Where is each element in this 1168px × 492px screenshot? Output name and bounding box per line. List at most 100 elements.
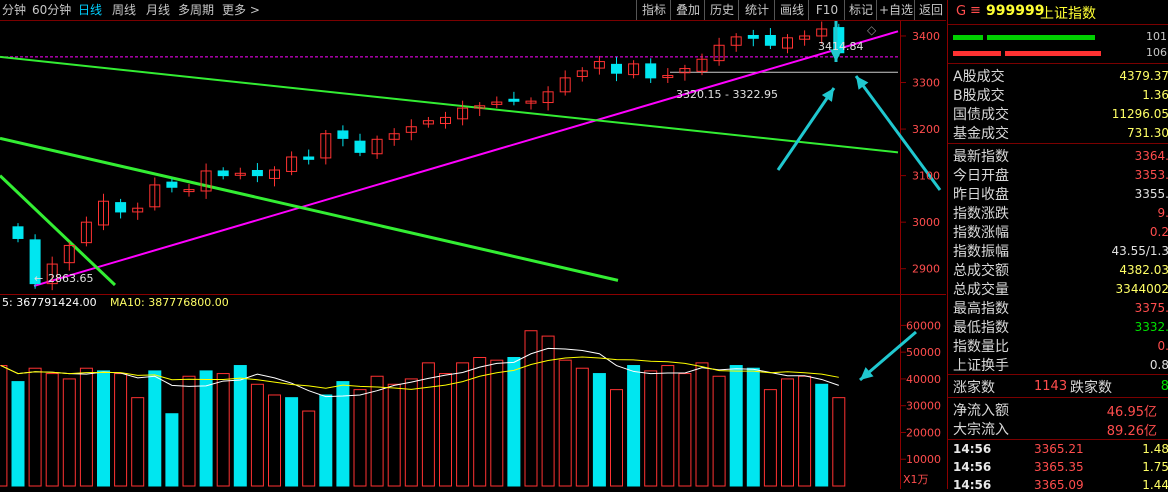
volume-bar xyxy=(148,370,162,487)
volume-bar xyxy=(336,381,350,487)
period-weekly[interactable]: 周线 xyxy=(112,2,136,18)
tool-f10[interactable]: F10 xyxy=(808,0,845,20)
sell-ratio-bar xyxy=(953,51,1001,56)
volume-bar xyxy=(199,370,213,487)
row-label: 基金成交 xyxy=(953,126,1009,142)
stat-label: 今日开盘 xyxy=(953,168,1009,184)
volume-bar xyxy=(815,383,829,487)
tool-stats[interactable]: 统计 xyxy=(738,0,775,20)
row-label: B股成交 xyxy=(953,88,1005,104)
annot-low-arrow-icon: ← xyxy=(34,272,43,285)
stat-value: 3364. xyxy=(1134,149,1168,163)
volume-bar xyxy=(319,394,333,487)
volume-axis-label: 50000 xyxy=(906,346,941,359)
stat-value: 3344002 xyxy=(1115,282,1168,296)
net-inflow-value: 46.95亿 xyxy=(1106,405,1157,420)
candle-body xyxy=(251,170,263,177)
annot-low-label: 2863.65 xyxy=(48,272,94,285)
candle-body xyxy=(508,98,520,102)
stat-value: 3332. xyxy=(1134,320,1168,334)
annot-range-label: 3320.15 - 3322.95 xyxy=(676,88,778,101)
period-multi[interactable]: 多周期 xyxy=(178,2,214,18)
tool-add-favorite[interactable]: +自选 xyxy=(876,0,915,20)
tick-price: 3365.35 xyxy=(1034,460,1084,474)
ma10-legend: MA10: 387776800.00 xyxy=(110,296,229,309)
volume-bar xyxy=(233,365,247,487)
tool-back[interactable]: 返回 xyxy=(914,0,947,20)
stat-value: 4382.03 xyxy=(1119,263,1168,277)
period-more[interactable]: 更多 > xyxy=(222,2,260,18)
buy-ratio-bar-2 xyxy=(987,35,1095,40)
stat-value: 3375. xyxy=(1134,301,1168,315)
volume-bar xyxy=(507,357,521,487)
price-axis-label: 2900 xyxy=(912,263,940,276)
tick-time: 14:56 xyxy=(953,478,992,492)
up-count-label: 涨家数 xyxy=(953,380,995,396)
price-axis-label: 3100 xyxy=(912,170,940,183)
menu-icon[interactable]: ≡ xyxy=(970,3,981,18)
quote-panel: G ≡ 999999 上证指数 101 106 A股成交 4379.37 B股成… xyxy=(947,0,1168,492)
candle-body xyxy=(645,63,657,79)
row-value: 731.30 xyxy=(1127,126,1168,140)
net-inflow-label: 净流入额 xyxy=(953,403,1009,419)
volume-axis-label: 10000 xyxy=(906,453,941,466)
volume-axis-label: 20000 xyxy=(906,426,941,439)
period-60min[interactable]: 60分钟 xyxy=(32,2,71,18)
period-monthly[interactable]: 月线 xyxy=(146,2,170,18)
stat-label: 最低指数 xyxy=(953,320,1009,336)
volume-axis-label: 40000 xyxy=(906,373,941,386)
g-icon[interactable]: G xyxy=(956,4,966,19)
volume-bar xyxy=(592,373,606,487)
candle-body xyxy=(337,130,349,139)
block-inflow-value: 89.26亿 xyxy=(1106,424,1157,439)
candle-body xyxy=(354,140,366,153)
row-value: 1.36 xyxy=(1142,88,1168,102)
stat-label: 昨日收盘 xyxy=(953,187,1009,203)
candle-body xyxy=(115,202,127,213)
stat-label: 最高指数 xyxy=(953,301,1009,317)
tool-mark[interactable]: 标记 xyxy=(844,0,877,20)
tool-overlay[interactable]: 叠加 xyxy=(670,0,705,20)
row-value: 4379.37 xyxy=(1119,69,1168,83)
down-count-label: 跌家数 xyxy=(1070,380,1112,396)
stat-value: 9. xyxy=(1157,206,1168,220)
stat-label: 指数量比 xyxy=(953,339,1009,355)
stat-label: 上证换手 xyxy=(953,358,1009,374)
index-code: 999999 xyxy=(986,3,1045,19)
bar2-value: 106 xyxy=(1146,46,1167,59)
period-daily[interactable]: 日线 xyxy=(78,2,102,18)
volume-bar xyxy=(627,365,641,487)
row-label: 国债成交 xyxy=(953,107,1009,123)
period-minute[interactable]: 分钟 xyxy=(2,2,26,18)
stat-value: 0.8 xyxy=(1149,358,1168,372)
candle-body xyxy=(12,226,24,239)
bar1-value: 101 xyxy=(1146,30,1167,43)
tick-price: 3365.21 xyxy=(1034,442,1084,456)
tick-time: 14:56 xyxy=(953,442,992,456)
stat-value: 0.2 xyxy=(1149,225,1168,239)
volume-bar xyxy=(165,413,179,487)
stat-label: 总成交额 xyxy=(953,263,1009,279)
kline-chart[interactable]: 3400 3300 3200 3100 3000 2900 60000 50000 40000… xyxy=(0,0,946,489)
buy-ratio-bar xyxy=(953,35,983,40)
block-inflow-label: 大宗流入 xyxy=(953,422,1009,438)
price-axis-label: 3200 xyxy=(912,123,940,136)
candle-body xyxy=(611,63,622,74)
volume-bar xyxy=(285,397,299,487)
stat-value: 43.55/1.3 xyxy=(1111,244,1168,258)
up-count-value: 1143 xyxy=(1034,379,1068,394)
price-axis-label: 3000 xyxy=(912,216,940,229)
volume-unit-label: X1万 xyxy=(903,473,929,486)
ma5-legend: 5: 367791424.00 xyxy=(2,296,97,309)
stat-label: 指数涨跌 xyxy=(953,206,1009,222)
annot-high-label: 3414.84 xyxy=(818,40,864,53)
volume-bar xyxy=(11,381,25,487)
tool-indicator[interactable]: 指标 xyxy=(636,0,671,20)
row-label: A股成交 xyxy=(953,69,1005,85)
stat-label: 最新指数 xyxy=(953,149,1009,165)
tool-history[interactable]: 历史 xyxy=(704,0,739,20)
price-axis-label: 3300 xyxy=(912,77,940,90)
tool-draw[interactable]: 画线 xyxy=(774,0,809,20)
diamond-icon[interactable]: ◇ xyxy=(867,23,877,37)
stat-label: 指数涨幅 xyxy=(953,225,1009,241)
